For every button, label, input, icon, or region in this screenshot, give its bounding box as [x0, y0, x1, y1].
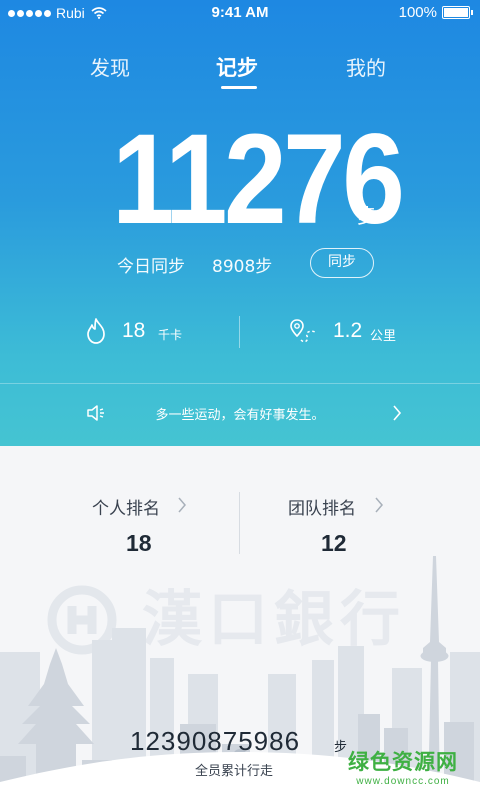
- tab-steps[interactable]: 记步: [216, 52, 258, 82]
- today-step-unit: 步: [357, 204, 377, 228]
- total-steps-unit: 步: [334, 740, 348, 755]
- team-rank-value: 12: [321, 530, 347, 556]
- route-icon: [290, 319, 316, 343]
- status-bar: Rubi 9:41 AM 100%: [0, 0, 480, 26]
- status-right: 100%: [398, 4, 473, 21]
- sync-value: 8908步: [212, 257, 273, 277]
- calories-unit: 千卡: [158, 328, 183, 342]
- chevron-right-icon: [393, 405, 402, 421]
- personal-rank-value: 18: [126, 530, 152, 556]
- rank-divider: [239, 492, 240, 554]
- watermark-url: www.downcc.com: [356, 776, 450, 787]
- total-steps-value: 12390875986: [130, 726, 301, 756]
- team-rank-label[interactable]: 团队排名: [288, 494, 356, 519]
- hero-panel: Rubi 9:41 AM 100% 发现 记步 我的 11276 步 今日同步 …: [0, 0, 480, 446]
- stats-row: 18 千卡 1.2 公里: [0, 312, 480, 352]
- distance-unit: 公里: [370, 329, 397, 344]
- battery-percent: 100%: [398, 4, 437, 21]
- watermark-title: 绿色资源网: [348, 750, 458, 774]
- sync-button[interactable]: 同步: [310, 248, 374, 278]
- stats-divider: [239, 316, 240, 348]
- notice-bar[interactable]: 多一些运动，会有好事发生。: [0, 384, 480, 446]
- calories-value: 18: [122, 319, 146, 342]
- site-watermark: 绿色资源网 www.downcc.com: [348, 746, 458, 787]
- tab-mine[interactable]: 我的: [346, 52, 386, 81]
- flame-icon: [87, 318, 105, 344]
- personal-rank-label[interactable]: 个人排名: [92, 494, 160, 519]
- notice-text: 多一些运动，会有好事发生。: [155, 408, 325, 423]
- chevron-right-icon: [178, 497, 186, 513]
- sync-label: 今日同步: [117, 257, 185, 277]
- ranking-block: 个人排名 18 团队排名 12: [0, 446, 480, 556]
- distance-value: 1.2: [333, 319, 363, 342]
- total-steps-caption: 全员累计行走: [195, 764, 274, 779]
- active-tab-indicator: [221, 86, 257, 89]
- chevron-right-icon: [375, 497, 383, 513]
- bank-name-watermark: 漢口銀行: [142, 585, 406, 655]
- tab-discover[interactable]: 发现: [90, 52, 130, 81]
- battery-icon: [442, 6, 473, 19]
